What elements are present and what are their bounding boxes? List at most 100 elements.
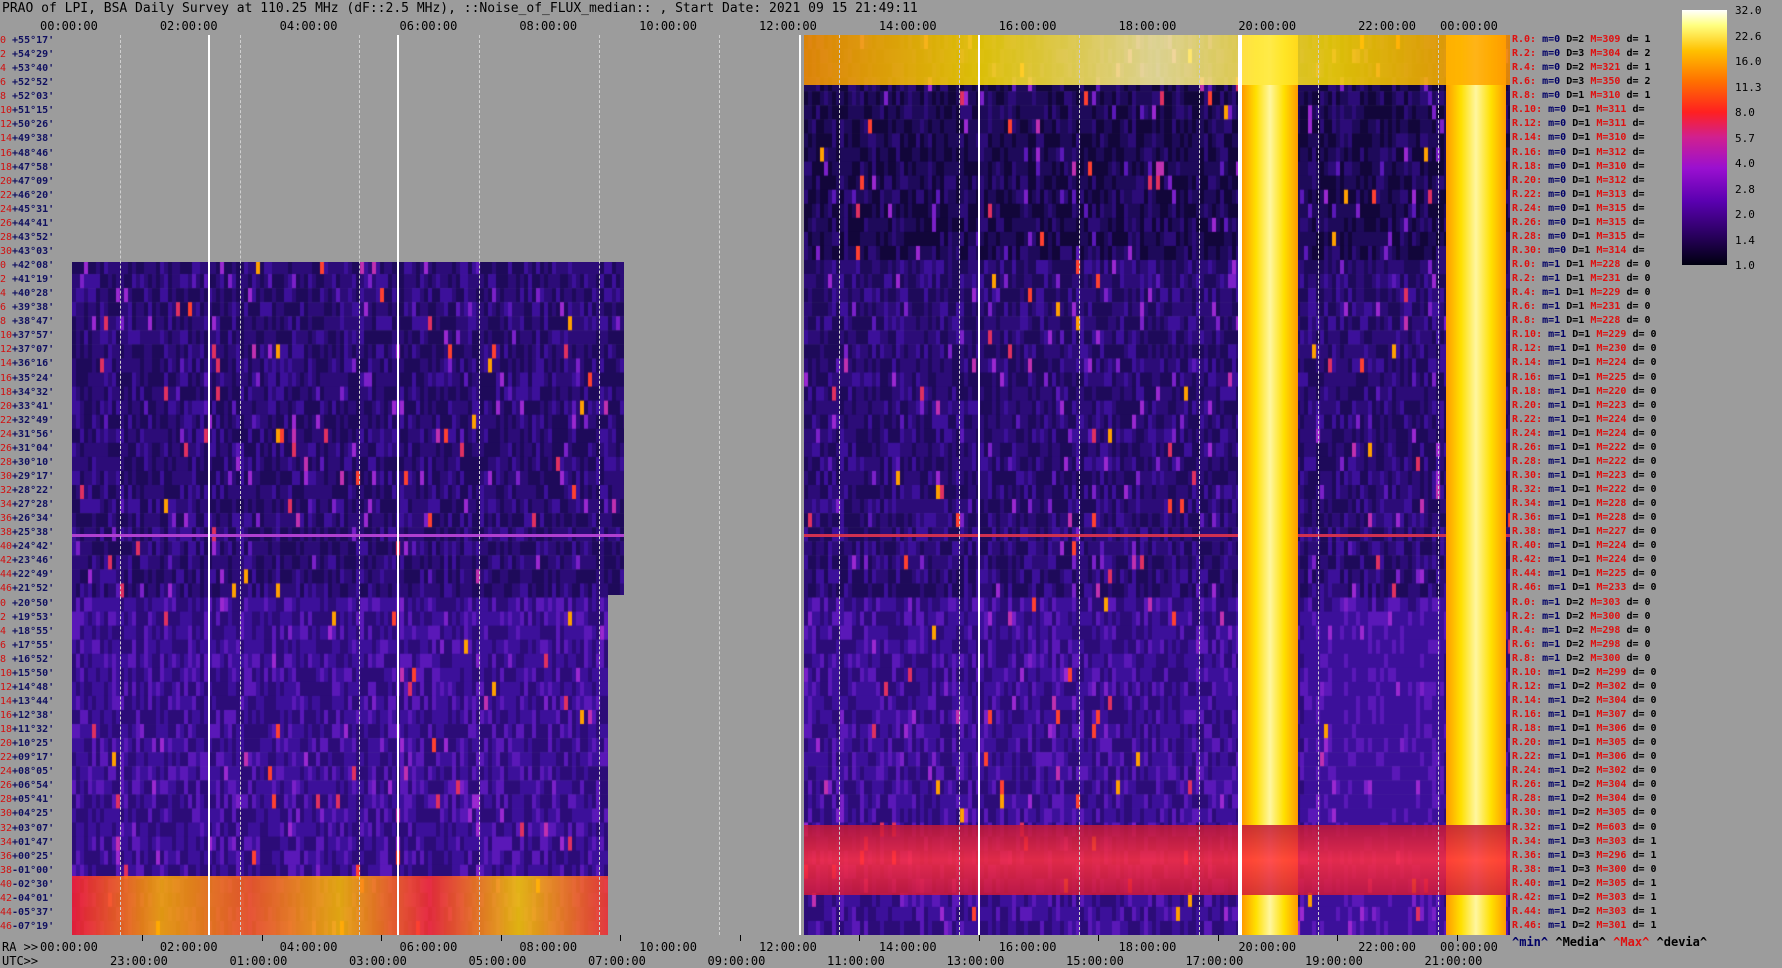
declination-label: +25°38' [12,527,55,539]
beam-stat-d: d= [1632,202,1645,214]
beam-stat-d: d= [1632,146,1645,158]
beam-stat-d: D=1 [1572,371,1591,383]
beam-stat-d: d= 0 [1632,680,1657,692]
row-index: 20 [0,738,13,750]
declination-row: 26 +44°41' [0,218,54,230]
beam-stat-m: m=1 [1548,877,1567,889]
beam-stat-d: d= 0 [1632,371,1657,383]
beam-stat-m: M=306 [1596,751,1627,763]
beam-stat-m: M=307 [1596,709,1627,720]
declination-row: 12 +14°48' [0,682,54,694]
beam-stat-m: m=0 [1548,188,1567,200]
beam-stat-m: m=1 [1548,540,1567,552]
beam-stat-d: d= 0 [1632,807,1657,819]
beam-stat-r: R.14: [1512,132,1543,144]
beam-stat-row: R.12: m=1 D=1 M=230 d= 0 [1512,342,1682,356]
beam-stat-d: d= 0 [1632,498,1657,510]
beam-stat-d: D=1 [1572,118,1591,130]
declination-label: +11°32' [12,724,55,736]
interference-band-left [72,534,624,537]
beam-stat-row: R.26: m=0 D=1 M=315 d= [1512,216,1682,230]
declination-label: +28°22' [12,485,55,496]
beam-stat-m: m=1 [1548,919,1567,931]
declination-label: -02°30' [12,878,55,890]
row-index: 8 [0,653,7,665]
colorbar [1682,10,1727,265]
utc-tick [620,935,621,941]
beam-stat-d: d= 0 [1632,357,1657,369]
row-index: 38 [0,527,13,539]
beam-stat-d: d= 1 [1626,34,1651,45]
declination-row: 0 +20°50' [0,598,54,610]
beam-stat-r: R.36: [1512,512,1543,524]
top-tick-label: 14:00:00 [878,19,937,33]
beam-stat-d: d= 2 [1626,76,1651,88]
declination-label: -07°19' [12,920,55,932]
row-index: 42 [0,892,13,904]
beam-stat-m: M=301 [1596,919,1627,931]
colorbar-tick-label: 4.0 [1735,157,1755,170]
beam-stat-r: R.4: [1512,624,1537,636]
beam-stat-row: R.18: m=1 D=1 M=306 d= 0 [1512,722,1682,736]
beam-stat-d: d= 0 [1632,540,1657,552]
beam-stat-d: d= 0 [1626,638,1651,650]
declination-row: 34 +27°28' [0,499,54,511]
beam-stat-r: R.46: [1512,582,1543,594]
beam-stat-row: R.2: m=0 D=3 M=304 d= 2 [1512,47,1682,61]
beam-stat-row: R.16: m=1 D=1 M=225 d= 0 [1512,371,1682,385]
declination-row: 16 +48°46' [0,148,54,160]
beam-stat-d: D=1 [1572,230,1591,242]
beam-stat-row: R.20: m=1 D=1 M=223 d= 0 [1512,399,1682,413]
beam-stat-r: R.34: [1512,498,1543,510]
beam-stat-d: D=2 [1572,793,1591,805]
beam-stat-row: R.10: m=0 D=1 M=311 d= [1512,103,1682,117]
declination-label: +48°46' [12,147,55,159]
beam-stat-d: d= [1632,160,1645,172]
broadband-burst-2 [1446,35,1506,935]
colorbar-tick-label: 8.0 [1735,106,1755,119]
beam-stat-row: R.24: m=0 D=1 M=315 d= [1512,202,1682,216]
beam-stat-r: R.28: [1512,455,1543,467]
beam-stat-d: D=1 [1572,188,1591,200]
beam-stat-d: D=1 [1572,582,1591,594]
beam-stat-row: R.8: m=1 D=1 M=228 d= 0 [1512,314,1682,328]
beam-stat-d: D=1 [1572,329,1591,341]
row-index: 18 [0,386,13,398]
hour-gridline [1079,35,1080,935]
beam-stat-r: R.12: [1512,343,1543,355]
declination-row: 22 +09°17' [0,752,54,764]
beam-stat-d: d= 0 [1626,273,1651,285]
beam-stat-d: D=2 [1566,62,1585,74]
beam-stat-m: m=1 [1548,484,1567,495]
beam-stat-d: d= 0 [1632,765,1657,777]
beam-stat-row: R.12: m=0 D=1 M=311 d= [1512,117,1682,131]
beam-stat-m: m=0 [1542,76,1561,88]
ra-tick-label: 22:00:00 [1358,940,1416,954]
beam-stat-d: d= 0 [1632,821,1657,833]
beam-stat-m: M=223 [1596,469,1627,481]
ra-axis-label: RA >> [2,940,39,954]
beam-stat-m: m=1 [1542,315,1561,327]
declination-label: +22°49' [12,569,55,581]
declination-row: 30 +43°03' [0,246,54,258]
beam-stat-d: D=1 [1572,427,1591,439]
beam-stat-m: m=1 [1548,891,1567,903]
row-index: 38 [0,864,13,876]
top-tick-label: 06:00:00 [399,19,458,33]
beam-stat-row: R.46: m=1 D=1 M=233 d= 0 [1512,581,1682,595]
beam-stat-m: m=0 [1548,132,1567,144]
declination-label: +21°52' [12,583,55,595]
declination-label: -04°01' [12,892,55,904]
heatmap-plot [72,35,1510,935]
utc-tick [1337,935,1338,941]
beam-stat-m: m=1 [1548,427,1567,439]
row-index: 40 [0,878,13,890]
beam-stat-row: R.44: m=1 D=2 M=303 d= 1 [1512,905,1682,919]
hour-gridline [1318,35,1319,935]
utc-tick-label: 13:00:00 [946,954,1005,968]
declination-label: +47°09' [12,175,55,187]
utc-tick [739,935,741,941]
declination-label: +29°17' [12,470,55,482]
beam-stat-m: m=1 [1548,455,1567,467]
beam-stat-d: d= 0 [1626,315,1651,327]
